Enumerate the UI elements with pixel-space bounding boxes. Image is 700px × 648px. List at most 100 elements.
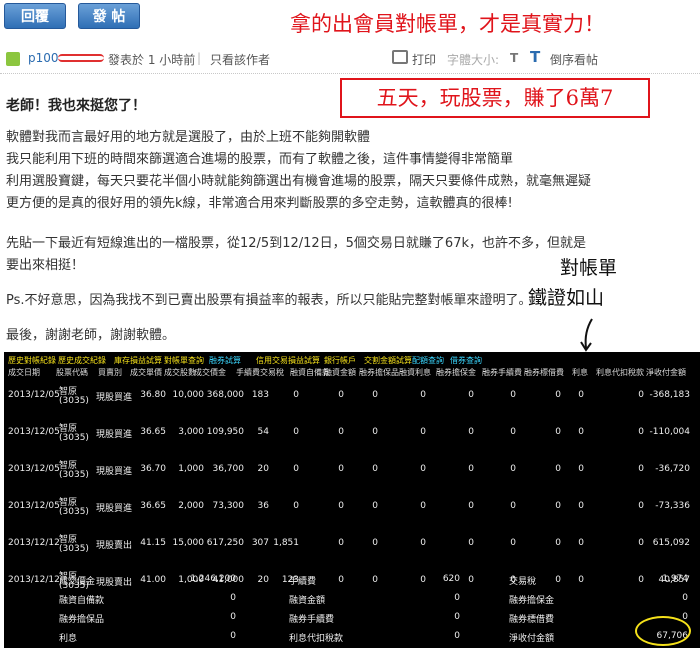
print-link[interactable]: 打印 <box>412 51 436 68</box>
cell-c4: 0 <box>468 464 474 474</box>
cell-c4: 0 <box>468 501 474 511</box>
cell-fee: 20 <box>257 464 269 474</box>
cell-tax: 0 <box>293 501 299 511</box>
cell-c3: 0 <box>420 501 426 511</box>
cell-c7: 0 <box>578 390 584 400</box>
cell-amount: 368,000 <box>206 390 244 400</box>
trade-date: 2013/12/05 <box>8 390 60 400</box>
statement-tab[interactable]: 信用交易損益試算 <box>256 355 320 366</box>
cell-c7: 0 <box>578 464 584 474</box>
summary-value: 1,246,200 <box>190 574 236 584</box>
font-small-icon[interactable]: T <box>510 51 518 65</box>
statement-tab[interactable]: 配額查詢 <box>412 355 444 366</box>
post-title: 老師！我也來挺您了！ <box>6 98 146 114</box>
cell-fee: 307 <box>251 538 269 548</box>
post-paragraph-2: 先貼一下最近有短線進出的一檔股票，從12/5到12/12日，5個交易日就賺了67… <box>6 233 586 277</box>
statement-tab[interactable]: 歷史對帳紀錄 <box>8 355 56 366</box>
cell-net: 615,092 <box>652 538 690 548</box>
column-header: 成交價金 <box>194 368 226 377</box>
table-row: 2013/12/05 智原 (3035) 現股買進 36.80 10,000 368,000… <box>4 382 700 412</box>
cell-net: -36,720 <box>655 464 690 474</box>
statement-tab[interactable]: 借券查詢 <box>450 355 482 366</box>
cell-price: 41.15 <box>140 538 166 548</box>
evidence-title: 對帳單 <box>560 257 618 279</box>
author-name-link[interactable]: p100 <box>28 51 59 65</box>
column-header: 融資利息 <box>399 368 431 377</box>
cell-price: 36.80 <box>140 390 166 400</box>
summary-label: 利息代扣稅款 <box>289 634 344 644</box>
summary-value: 0 <box>230 631 236 641</box>
trade-date: 2013/12/05 <box>8 427 60 437</box>
statement-tab[interactable]: 庫存損益試算 <box>114 355 162 366</box>
summary-label: 融券擔保金 <box>509 596 555 606</box>
cell-fee: 20 <box>257 575 269 585</box>
cell-net: -110,004 <box>649 427 690 437</box>
cell-c4: 0 <box>468 538 474 548</box>
summary-label: 融券擔保品 <box>59 615 105 625</box>
cell-c7: 0 <box>578 575 584 585</box>
cell-c8: 0 <box>638 501 644 511</box>
stock-code: (3035) <box>59 396 89 406</box>
post-paragraph-1: 軟體對我而言最好用的地方就是選股了，由於上班不能夠開軟體 我只能利用下班的時間來… <box>6 127 591 215</box>
cell-price: 36.65 <box>140 427 166 437</box>
cell-c1: 0 <box>338 427 344 437</box>
column-header: 利息 <box>572 368 588 377</box>
cell-tax: 1,851 <box>273 538 299 548</box>
new-post-button[interactable]: 發 帖 <box>78 3 140 29</box>
summary-value: 0 <box>230 612 236 622</box>
top-bar: 回覆 發 帖 拿的出會員對帳單，才是真實力！ <box>0 0 700 42</box>
post-line: 軟體對我而言最好用的地方就是選股了，由於上班不能夠開軟體 <box>6 130 371 145</box>
summary-label: 融券手續費 <box>289 615 335 625</box>
summary-label: 交易稅 <box>509 577 537 587</box>
trade-type: 現股買進 <box>96 430 133 440</box>
cell-c4: 0 <box>468 427 474 437</box>
cell-c7: 0 <box>578 501 584 511</box>
trade-type: 現股買進 <box>96 504 133 514</box>
reverse-order-link[interactable]: 倒序看帖 <box>550 51 598 68</box>
cell-amount: 617,250 <box>206 538 244 548</box>
posted-time: 發表於 1 小時前 <box>108 53 196 67</box>
cell-c4: 0 <box>468 575 474 585</box>
reply-button[interactable]: 回覆 <box>4 3 66 29</box>
cell-fee: 36 <box>257 501 269 511</box>
column-header: 成交單價 <box>130 368 162 377</box>
table-row: 2013/12/12 智原 (3035) 現股賣出 41.00 1,000 41,000 20… <box>4 567 700 597</box>
cell-tax: 0 <box>293 464 299 474</box>
summary-value: 0 <box>454 612 460 622</box>
author-bar: p100 發表於 1 小時前 | 只看該作者 打印 字體大小: T T 倒序看帖 <box>0 44 700 74</box>
cell-c2: 0 <box>372 575 378 585</box>
cell-price: 36.70 <box>140 464 166 474</box>
table-row: 2013/12/12 智原 (3035) 現股賣出 41.15 15,000 617,250… <box>4 530 700 560</box>
stock-code: (3035) <box>59 507 89 517</box>
table-row: 2013/12/05 智原 (3035) 現股買進 36.70 1,000 36,700 20… <box>4 456 700 486</box>
trade-date: 2013/12/05 <box>8 501 60 511</box>
cell-c6: 0 <box>555 538 561 548</box>
cell-price: 36.65 <box>140 501 166 511</box>
cell-qty: 3,000 <box>178 427 204 437</box>
cell-fee: 183 <box>251 390 269 400</box>
printer-icon[interactable] <box>392 50 408 64</box>
cell-c1: 0 <box>338 464 344 474</box>
cell-tax: 0 <box>293 427 299 437</box>
column-header: 淨收付金額 <box>646 368 686 377</box>
statement-tab[interactable]: 對帳單查詢 <box>164 355 204 366</box>
summary-value: 0 <box>454 631 460 641</box>
cell-c2: 0 <box>372 464 378 474</box>
summary-value: 1,974 <box>662 574 688 584</box>
redaction-scribble <box>58 54 104 62</box>
column-header: 成交日期 <box>8 368 40 377</box>
cell-c3: 0 <box>420 390 426 400</box>
statement-tab[interactable]: 歷史成交紀錄 <box>58 355 106 366</box>
cell-c6: 0 <box>555 501 561 511</box>
cell-tax: 0 <box>293 390 299 400</box>
only-author-link[interactable]: 只看該作者 <box>210 51 270 68</box>
cell-c5: 0 <box>510 464 516 474</box>
font-large-icon[interactable]: T <box>530 48 540 66</box>
column-header: 成交股數 <box>164 368 196 377</box>
statement-tab[interactable]: 銀行帳戶 <box>324 355 356 366</box>
trade-type: 現股賣出 <box>96 541 133 551</box>
evidence-subtitle: 鐵證如山 <box>528 287 605 309</box>
post-paragraph-4: 最後，謝謝老師，謝謝軟體。 <box>6 328 176 343</box>
statement-tab[interactable]: 融券試算 <box>209 355 241 366</box>
statement-tab[interactable]: 交割金額試算 <box>364 355 412 366</box>
